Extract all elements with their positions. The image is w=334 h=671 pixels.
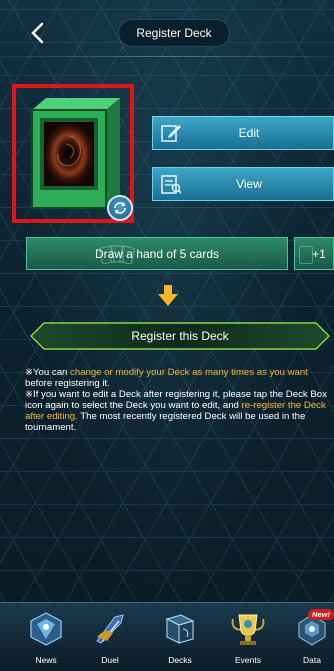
notes-text: ※You can change or modify your Deck as m… (25, 367, 333, 434)
view-icon (161, 175, 182, 194)
page-title: Register Deck (118, 19, 230, 47)
cards-icon (99, 245, 135, 264)
view-label: View (236, 177, 262, 191)
duel-icon (96, 614, 124, 644)
edit-icon (161, 125, 181, 142)
edit-label: Edit (238, 126, 260, 140)
nav-duel[interactable]: Duel (80, 603, 140, 671)
note-1: ※You can change or modify your Deck as m… (25, 367, 308, 390)
nav-events[interactable]: Events (218, 603, 278, 671)
nav-decks[interactable]: Decks (150, 603, 210, 671)
nav-data[interactable]: New! Data (282, 603, 334, 671)
bottom-nav: News Duel Decks Events New! Data (0, 602, 334, 671)
deck-box-icon[interactable] (26, 96, 120, 212)
decks-icon (165, 614, 195, 644)
draw-hand-button[interactable]: Draw a hand of 5 cards (26, 237, 288, 270)
card-icon (299, 246, 313, 264)
register-deck-button[interactable]: Register this Deck (30, 322, 330, 350)
register-label: Register this Deck (131, 329, 229, 343)
header-divider (0, 56, 334, 57)
view-button[interactable]: View (152, 167, 334, 201)
news-icon (30, 612, 62, 646)
down-arrow-icon (158, 285, 178, 306)
plus-one-label: +1 (312, 246, 326, 261)
note-2: ※If you want to edit a Deck after regist… (25, 389, 327, 434)
new-badge: New! (308, 609, 334, 620)
swap-deck-button[interactable] (107, 195, 133, 221)
events-icon (231, 614, 265, 645)
chevron-left-icon (31, 22, 44, 44)
edit-button[interactable]: Edit (152, 116, 334, 150)
swap-arrows-icon (114, 202, 126, 214)
draw-one-more-button[interactable]: +1 (294, 237, 334, 270)
back-button[interactable] (26, 20, 52, 46)
nav-news[interactable]: News (16, 603, 76, 671)
